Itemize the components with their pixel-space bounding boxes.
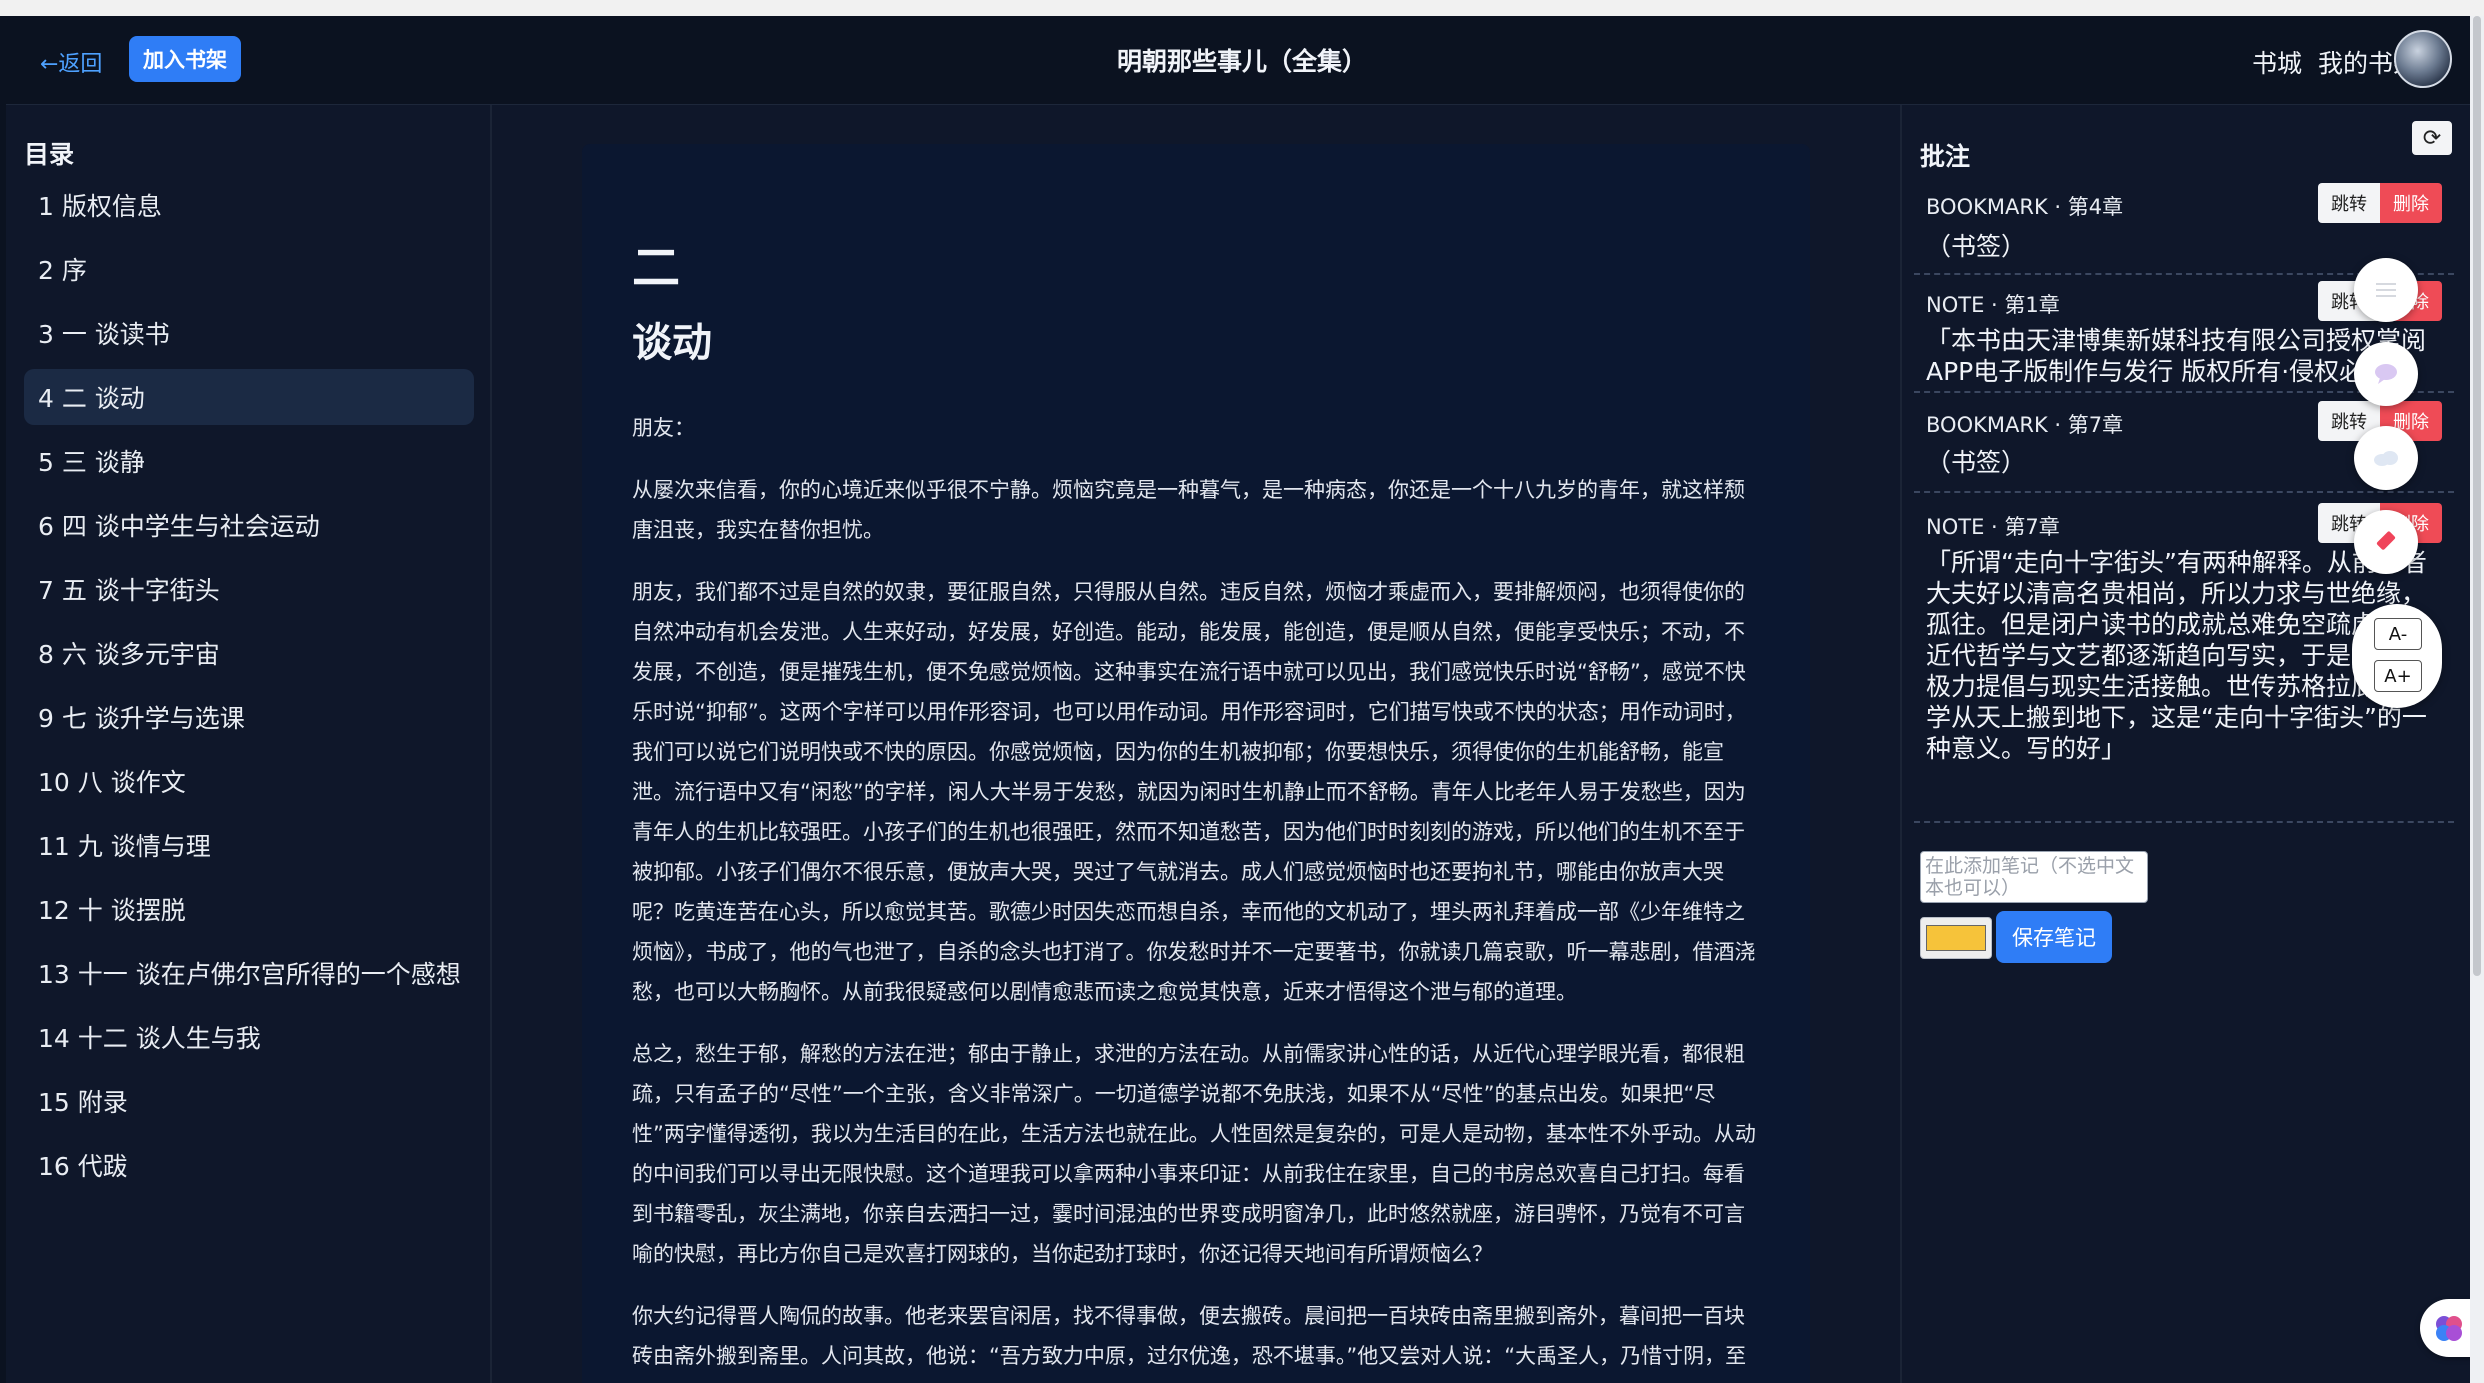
refresh-button[interactable]: ⟳ — [2412, 121, 2452, 155]
jump-button[interactable]: 跳转 — [2318, 183, 2380, 223]
toc-sidebar: 目录 1 版权信息 2 序 3 一 谈读书 4 二 谈动 5 三 谈静 6 四 … — [6, 105, 492, 1383]
annotations-heading: 批注 — [1920, 142, 1971, 171]
toc-item[interactable]: 10 八 谈作文 — [24, 753, 474, 809]
toc-item[interactable]: 12 十 谈摆脱 — [24, 881, 474, 937]
speech-bubble-icon — [2375, 364, 2397, 384]
annotation-type: NOTE · 第7章 — [1926, 515, 2060, 539]
toc-item[interactable]: 14 十二 谈人生与我 — [24, 1009, 474, 1065]
toc-heading: 目录 — [24, 140, 75, 169]
delete-button[interactable]: 删除 — [2380, 183, 2442, 223]
highlight-float-button[interactable] — [2354, 510, 2418, 574]
browser-tab-strip — [0, 0, 2484, 16]
color-swatch-fill — [1926, 925, 1986, 951]
toc-item[interactable]: 7 五 谈十字街头 — [24, 561, 474, 617]
annotation-actions: 跳转 删除 — [2318, 183, 2442, 223]
toc-item[interactable]: 11 九 谈情与理 — [24, 817, 474, 873]
paragraph: 朋友，我们都不过是自然的奴隶，要征服自然，只得服从自然。违反自然，烦恼才乘虚而入… — [632, 580, 1756, 1004]
toc-item[interactable]: 1 版权信息 — [24, 177, 474, 233]
comment-float-button[interactable] — [2354, 342, 2418, 406]
annotation-text: （书签） — [1926, 232, 2027, 261]
paragraph: 朋友： — [632, 416, 695, 440]
toc-list: 1 版权信息 2 序 3 一 谈读书 4 二 谈动 5 三 谈静 6 四 谈中学… — [24, 177, 474, 1201]
toc-item[interactable]: 16 代跋 — [24, 1137, 474, 1193]
chapter-title: 谈动 — [632, 320, 712, 366]
toc-item[interactable]: 8 六 谈多元宇宙 — [24, 625, 474, 681]
font-size-controls: A- A+ — [2352, 604, 2442, 708]
font-increase-button[interactable]: A+ — [2374, 660, 2422, 692]
book-title: 明朝那些事儿（全集） — [1116, 47, 1367, 76]
refresh-icon: ⟳ — [2422, 125, 2442, 151]
scrollbar-thumb[interactable] — [2473, 16, 2481, 976]
menu-float-button[interactable] — [2354, 258, 2418, 322]
toc-item[interactable]: 13 十一 谈在卢佛尔宫所得的一个感想 — [24, 945, 474, 1001]
highlight-color-picker[interactable] — [1920, 917, 1992, 959]
save-note-button[interactable]: 保存笔记 — [1996, 911, 2112, 963]
nav-bookstore-link[interactable]: 书城 — [2252, 44, 2302, 80]
toc-item[interactable]: 6 四 谈中学生与社会运动 — [24, 497, 474, 553]
marker-icon — [2376, 531, 2396, 550]
note-input[interactable]: 在此添加笔记（不选中文本也可以） — [1920, 851, 2148, 903]
font-decrease-button[interactable]: A- — [2374, 618, 2422, 650]
annotation-type: NOTE · 第1章 — [1926, 293, 2060, 317]
theme-float-button[interactable] — [2354, 426, 2418, 490]
annotation-type: BOOKMARK · 第7章 — [1926, 413, 2124, 437]
toc-item[interactable]: 2 序 — [24, 241, 474, 297]
paragraph: 总之，愁生于郁，解愁的方法在泄；郁由于静止，求泄的方法在动。从前儒家讲心性的话，… — [632, 1042, 1756, 1266]
annotation-type: BOOKMARK · 第4章 — [1926, 195, 2124, 219]
page-scrollbar[interactable] — [2470, 16, 2484, 1383]
chapter-content[interactable]: 朋友： 从屡次来信看，你的心境近来似乎很不宁静。烦恼究竟是一种暮气，是一种病态，… — [632, 408, 1760, 1383]
chapter-number: 二 — [632, 240, 681, 296]
cloud-icon — [2374, 451, 2398, 466]
brain-icon — [2436, 1316, 2462, 1341]
reader-app: ←返回 加入书架 明朝那些事儿（全集） 书城 我的书架 目录 1 版权信息 2 … — [6, 16, 2478, 1383]
toc-item[interactable]: 9 七 谈升学与选课 — [24, 689, 474, 745]
paragraph: 你大约记得晋人陶侃的故事。他老来罢官闲居，找不得事做，便去搬砖。晨间把一百块砖由… — [632, 1304, 1747, 1368]
toc-item-active[interactable]: 4 二 谈动 — [24, 369, 474, 425]
paragraph: 从屡次来信看，你的心境近来似乎很不宁静。烦恼究竟是一种暮气，是一种病态，你还是一… — [632, 478, 1745, 542]
toc-item[interactable]: 3 一 谈读书 — [24, 305, 474, 361]
avatar[interactable] — [2394, 30, 2452, 88]
toc-item[interactable]: 5 三 谈静 — [24, 433, 474, 489]
top-bar: ←返回 加入书架 明朝那些事儿（全集） 书城 我的书架 — [6, 16, 2478, 105]
chapter-page: 二 谈动 朋友： 从屡次来信看，你的心境近来似乎很不宁静。烦恼究竟是一种暮气，是… — [582, 144, 1810, 1383]
top-nav: 书城 我的书架 — [2252, 44, 2418, 80]
toc-item[interactable]: 15 附录 — [24, 1073, 474, 1129]
list-icon — [2376, 283, 2396, 297]
